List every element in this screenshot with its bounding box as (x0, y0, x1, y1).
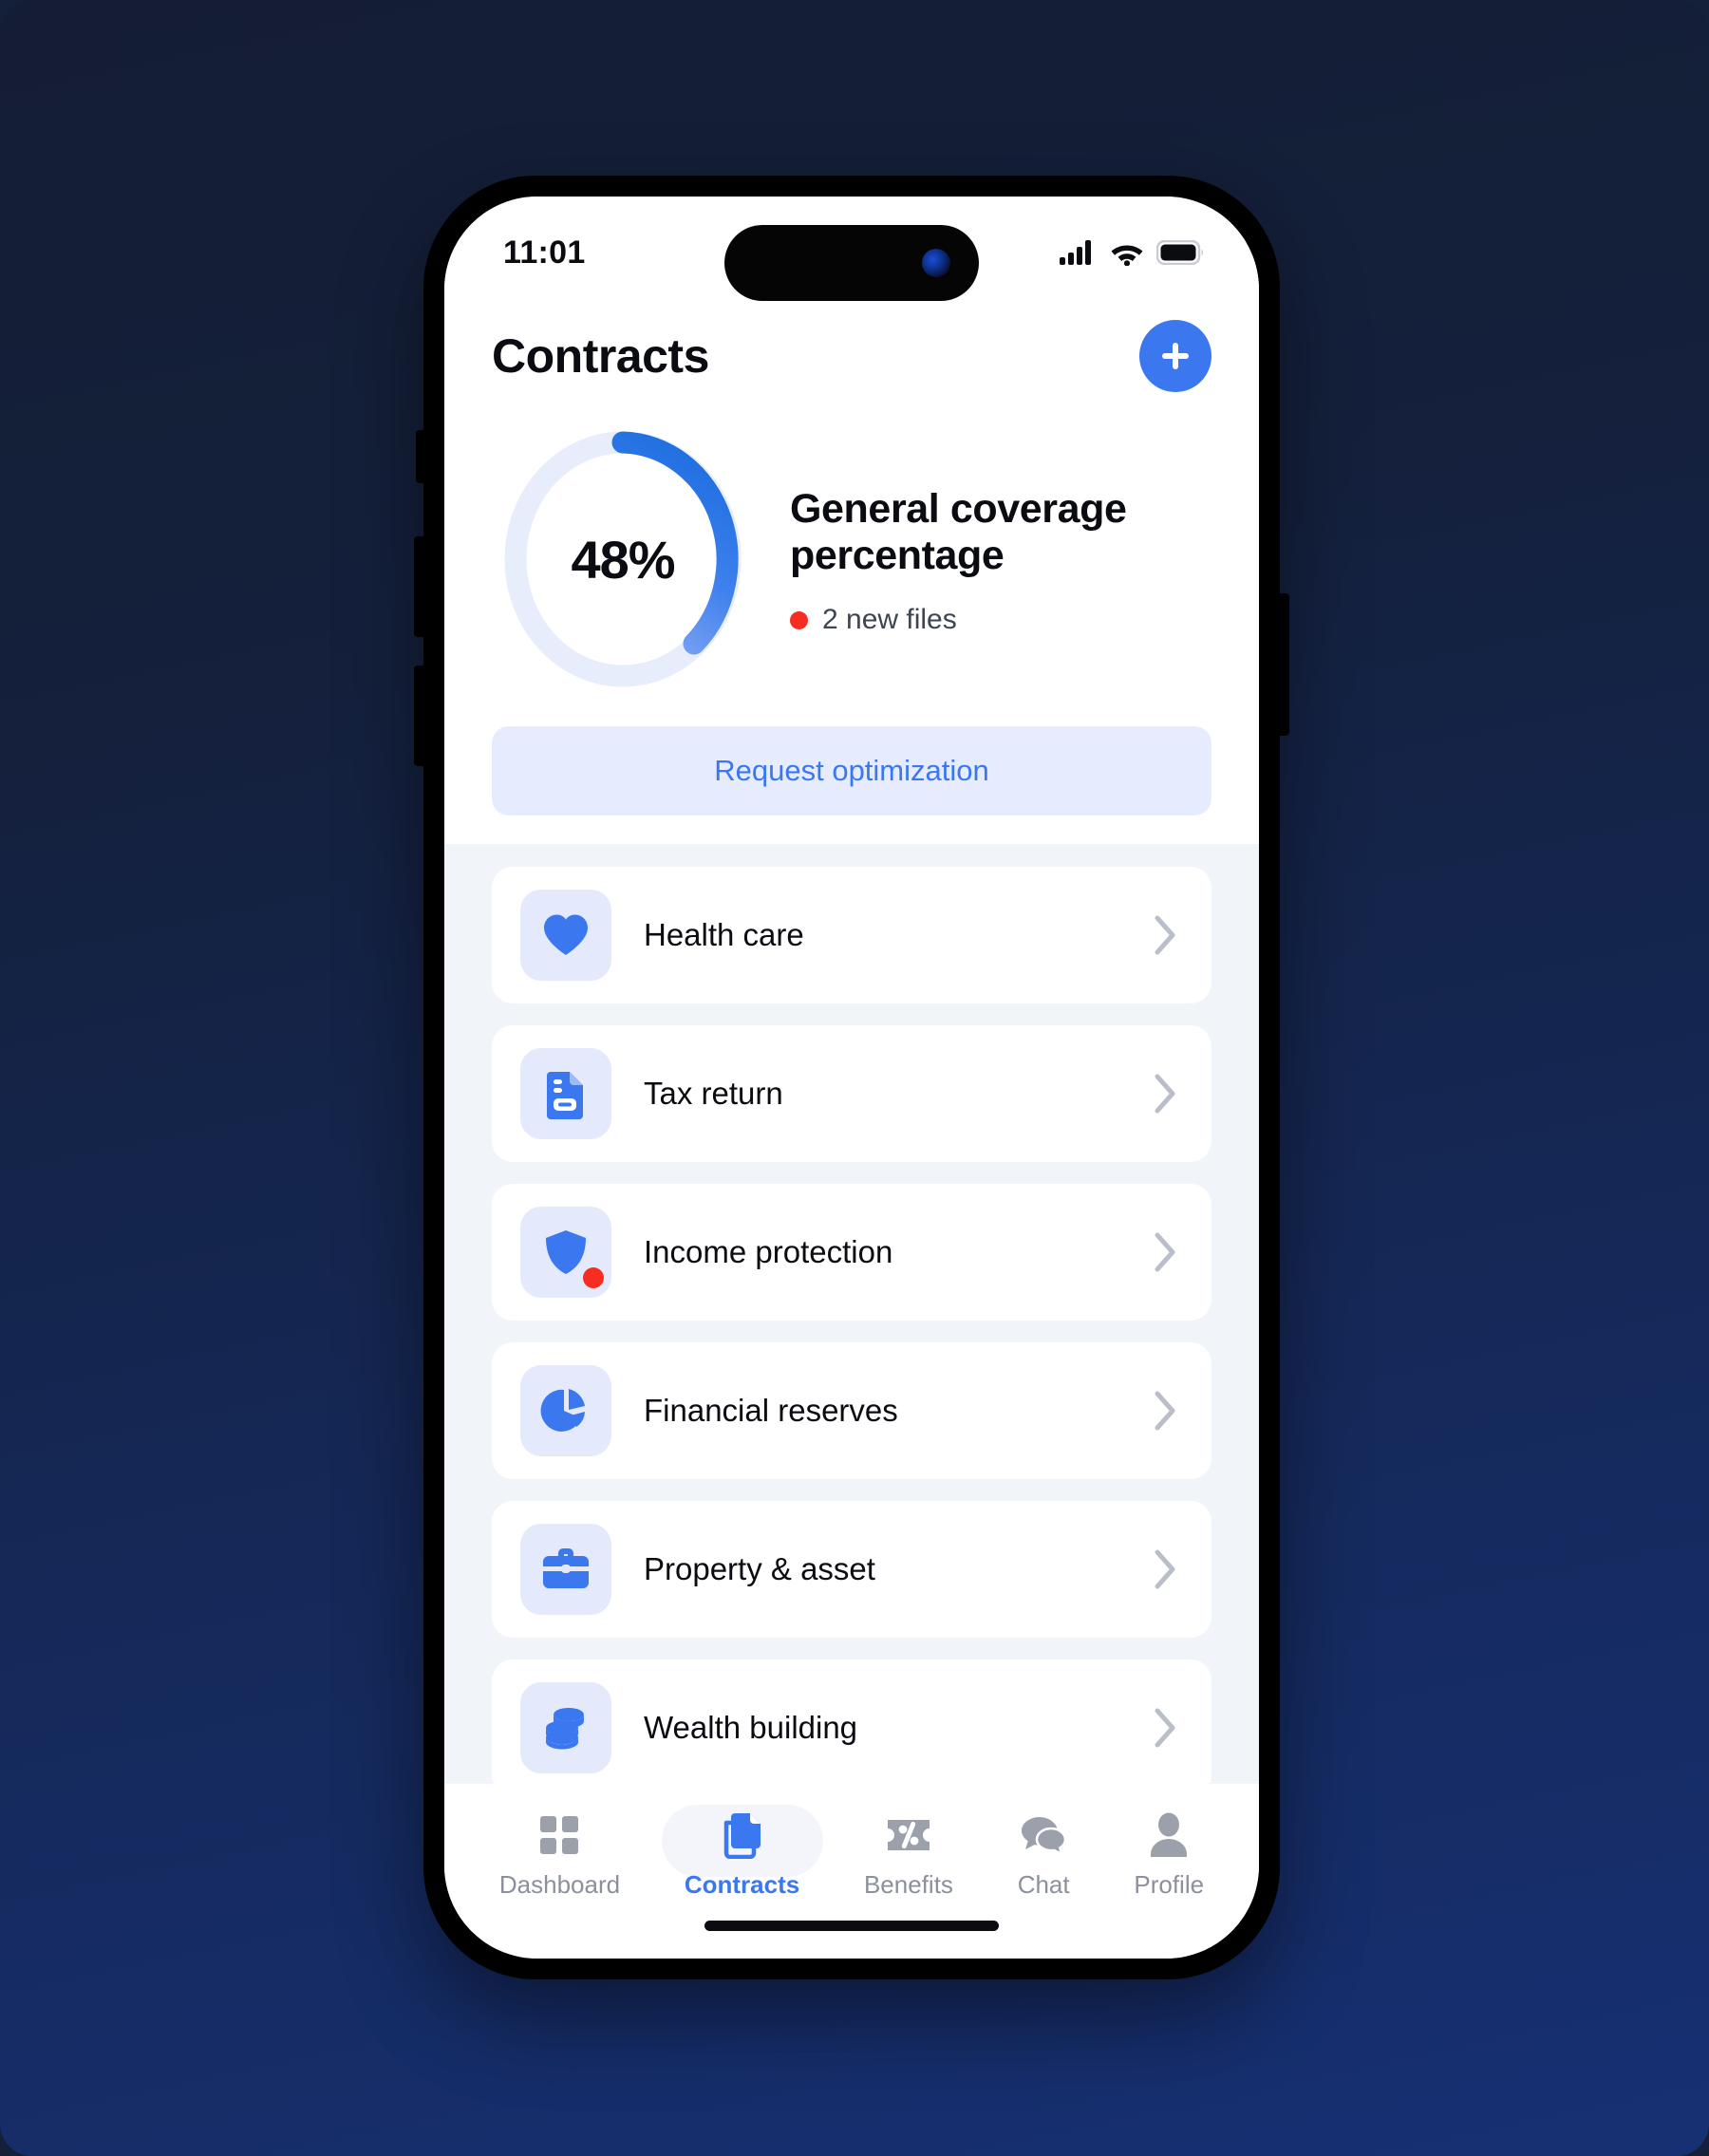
pie-chart-icon-container (520, 1365, 611, 1456)
chevron-right-icon (1155, 1549, 1175, 1589)
dynamic-island (724, 225, 979, 301)
new-files-dot-icon (790, 610, 808, 629)
list-item-property-asset[interactable]: Property & asset (492, 1501, 1211, 1638)
briefcase-icon (543, 1548, 589, 1588)
contracts-list: Health care Tax return Income protection… (444, 844, 1259, 1784)
heart-icon (544, 914, 588, 955)
coins-icon-container (520, 1682, 611, 1773)
volume-up-button[interactable] (414, 536, 425, 637)
list-item-income-protection[interactable]: Income protection (492, 1184, 1211, 1321)
bottom-tab-bar: Dashboard Contracts Benefits Chat Profil… (444, 1784, 1259, 1915)
wifi-icon (1111, 245, 1143, 266)
list-item-label: Financial reserves (644, 1393, 898, 1428)
chevron-right-icon (1155, 915, 1175, 955)
ticket-percent-icon (885, 1810, 932, 1860)
header: Contracts (492, 295, 1211, 405)
list-item-label: Income protection (644, 1234, 893, 1269)
status-time: 11:01 (503, 234, 586, 271)
list-item-label: Health care (644, 917, 804, 952)
list-item-label: Property & asset (644, 1551, 875, 1586)
list-item-health-care[interactable]: Health care (492, 867, 1211, 1003)
plus-icon (1162, 343, 1189, 369)
add-contract-button[interactable] (1139, 320, 1211, 392)
coverage-donut-chart: 48% (492, 419, 754, 700)
grid-icon (537, 1810, 581, 1860)
list-item-label: Tax return (644, 1076, 783, 1111)
shield-icon (546, 1230, 586, 1274)
page-title: Contracts (492, 329, 709, 383)
chevron-right-icon (1155, 1232, 1175, 1272)
phone-frame: 11:01 Contracts 48% General coverage per… (414, 176, 1289, 1979)
list-item-label: Wealth building (644, 1710, 858, 1745)
status-indicators (1060, 239, 1204, 266)
tab-chat[interactable]: Chat (1001, 1805, 1087, 1905)
tab-label: Chat (1017, 1870, 1070, 1899)
tab-benefits[interactable]: Benefits (847, 1805, 970, 1905)
status-bar: 11:01 (444, 197, 1259, 301)
chevron-right-icon (1155, 1708, 1175, 1748)
silent-switch-button[interactable] (416, 430, 425, 483)
coverage-section: Contracts 48% General coverage percentag… (444, 295, 1259, 844)
document-icon-container (520, 1048, 611, 1139)
coverage-summary: 48% General coverage percentage 2 new fi… (492, 405, 1211, 715)
pie-chart-icon (540, 1389, 585, 1432)
list-item-financial-reserves[interactable]: Financial reserves (492, 1342, 1211, 1479)
home-indicator[interactable] (704, 1921, 999, 1931)
tab-label: Dashboard (498, 1870, 621, 1899)
new-files-label: 2 new files (822, 604, 957, 636)
volume-down-button[interactable] (414, 666, 425, 766)
heart-icon-container (520, 890, 611, 981)
request-optimization-button[interactable]: Request optimization (492, 726, 1211, 816)
briefcase-icon-container (520, 1524, 611, 1615)
coverage-title: General coverage percentage (790, 485, 1127, 578)
power-button[interactable] (1278, 593, 1289, 736)
tab-contracts[interactable]: Contracts (667, 1805, 817, 1905)
tab-label: Contracts (684, 1870, 800, 1899)
document-icon (547, 1072, 583, 1119)
list-item-tax-return[interactable]: Tax return (492, 1025, 1211, 1162)
tab-profile[interactable]: Profile (1117, 1805, 1221, 1905)
coverage-info: General coverage percentage 2 new files (790, 482, 1211, 637)
coins-icon (546, 1708, 584, 1750)
home-indicator-area (444, 1915, 1259, 1959)
person-icon (1148, 1810, 1190, 1860)
tab-label: Benefits (863, 1870, 953, 1899)
document-stack-icon (721, 1810, 764, 1860)
tab-label: Profile (1134, 1870, 1205, 1899)
list-item-wealth-building[interactable]: Wealth building (492, 1659, 1211, 1784)
cellular-signal-icon (1060, 240, 1091, 265)
battery-icon (1156, 240, 1203, 265)
phone-screen: 11:01 Contracts 48% General coverage per… (444, 197, 1259, 1959)
chevron-right-icon (1155, 1391, 1175, 1431)
shield-icon-container (520, 1207, 611, 1298)
chevron-right-icon (1155, 1074, 1175, 1114)
coverage-percentage-label: 48% (571, 529, 675, 590)
tab-dashboard[interactable]: Dashboard (482, 1805, 637, 1905)
notification-badge (583, 1267, 604, 1288)
front-camera-icon (922, 249, 950, 277)
chat-bubbles-icon (1020, 1810, 1067, 1860)
new-files-indicator: 2 new files (790, 604, 1211, 636)
